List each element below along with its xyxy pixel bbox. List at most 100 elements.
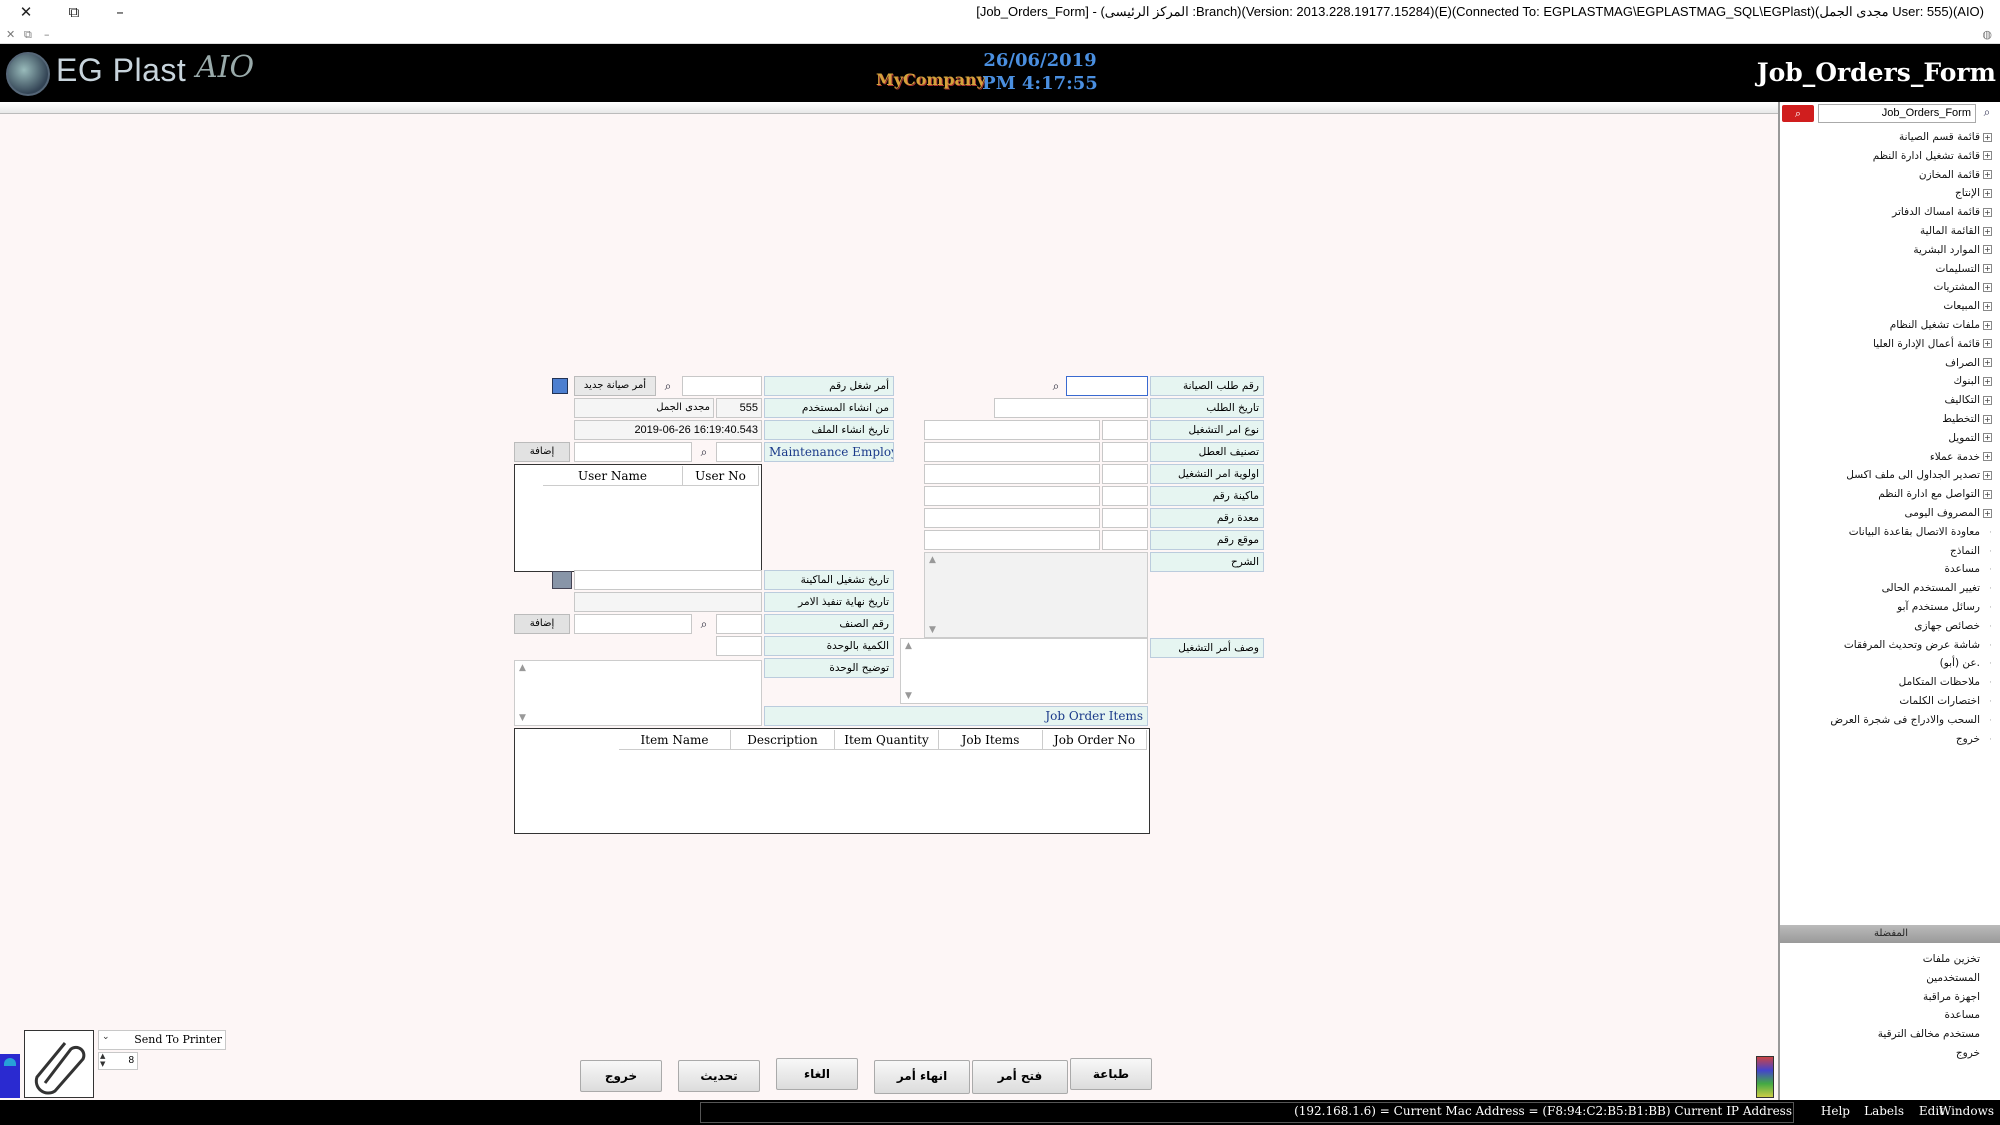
menu-tree-item[interactable]: رسائل مستخدم آبو · (1897, 598, 1992, 616)
menu-tree-item[interactable]: خروج · (1956, 730, 1992, 748)
menu-tree-item[interactable]: خدمة عملاء + (1930, 448, 1992, 466)
menu-tree-item[interactable]: السحب والادراج فى شجرة العرض · (1830, 711, 1992, 729)
expand-icon[interactable]: + (1983, 132, 1992, 142)
menu-tree-item[interactable]: شاشة عرض وتحديث المرفقات · (1844, 636, 1992, 654)
favorite-item[interactable]: تخزين ملفات (1923, 950, 1980, 968)
request-date-input[interactable] (994, 398, 1148, 418)
menu-tree-item[interactable]: مساعدة · (1945, 560, 1992, 578)
menu-tree-item[interactable]: الصراف + (1945, 354, 1992, 372)
expand-icon[interactable]: + (1983, 207, 1992, 217)
favorite-item[interactable]: اجهزة مراقبة (1923, 988, 1980, 1006)
books-icon[interactable] (1756, 1056, 1774, 1098)
machine-run-date-input[interactable] (574, 570, 762, 590)
scroll-up-icon[interactable]: ▲ (905, 641, 912, 651)
open-job-button[interactable]: فتح أمر التشغيل (972, 1060, 1068, 1113)
search-icon[interactable]: ⌕ (658, 376, 678, 396)
equipment-no-code[interactable] (1102, 508, 1148, 528)
unit-desc-textarea[interactable]: ▲ ▼ (514, 660, 762, 726)
new-maint-order-button[interactable]: أمر صيانة جديد (574, 376, 656, 396)
menu-tree-item[interactable]: التكاليف + (1944, 391, 1992, 409)
chevron-down-icon[interactable]: ⌄ (102, 1032, 110, 1042)
expand-icon[interactable]: + (1983, 226, 1992, 236)
expand-icon[interactable]: + (1983, 395, 1992, 405)
scroll-down-icon[interactable]: ▼ (929, 625, 936, 635)
menu-tree-item[interactable]: معاودة الاتصال بقاعدة البيانات · (1849, 523, 1992, 541)
expand-icon[interactable]: + (1983, 376, 1992, 386)
exit-button[interactable]: خروج (580, 1060, 662, 1092)
expand-icon[interactable]: + (1983, 188, 1992, 198)
minimize-icon[interactable]: – (110, 2, 130, 22)
scroll-up-icon[interactable]: ▲ (929, 555, 936, 565)
print-button[interactable]: طباعة (1070, 1058, 1152, 1090)
cancel-button[interactable]: الغاء (776, 1058, 858, 1090)
grid-header-job-items[interactable]: Job Items (939, 730, 1043, 750)
expand-icon[interactable]: + (1983, 433, 1992, 443)
expand-icon[interactable]: + (1983, 508, 1992, 518)
explanation-textarea[interactable]: ▲ ▼ (924, 552, 1148, 638)
job-order-items-grid[interactable]: Job Order No Job Items Item Quantity Des… (514, 728, 1150, 834)
job-order-no-input[interactable] (682, 376, 762, 396)
expand-icon[interactable]: + (1983, 282, 1992, 292)
favorite-item[interactable]: مساعدة (1945, 1006, 1980, 1024)
expand-icon[interactable]: + (1983, 245, 1992, 255)
menu-tree-item[interactable]: قائمة المخازن + (1919, 166, 1992, 184)
expand-icon[interactable]: + (1983, 470, 1992, 480)
scroll-down-icon[interactable]: ▼ (905, 691, 912, 701)
location-no-code[interactable] (1102, 530, 1148, 550)
menu-tree-item[interactable]: الإنتاج + (1955, 184, 1992, 202)
menu-tree-item[interactable]: البنوك + (1953, 372, 1992, 390)
maint-employee-name[interactable] (574, 442, 692, 462)
expand-icon[interactable]: + (1983, 339, 1992, 349)
menu-search-input[interactable]: Job_Orders_Form (1818, 104, 1976, 123)
grid-header-item-quantity[interactable]: Item Quantity (835, 730, 939, 750)
users-grid[interactable]: User No User Name (514, 464, 762, 572)
machine-no-name[interactable] (924, 486, 1100, 506)
menu-tree-item[interactable]: قائمة قسم الصيانة + (1899, 128, 1992, 146)
menu-tree-item[interactable]: القائمة المالية + (1920, 222, 1992, 240)
search-icon[interactable]: ⌕ (1046, 376, 1066, 396)
priority-code[interactable] (1102, 464, 1148, 484)
calendar-icon[interactable] (552, 571, 572, 589)
add-item-button[interactable]: إضافة (514, 614, 570, 634)
menu-tree-item[interactable]: التخطيط + (1942, 410, 1992, 428)
menu-tree-item[interactable]: اختصارات الكلمات · (1899, 692, 1992, 710)
item-no-name[interactable] (574, 614, 692, 634)
mdi-close-icon[interactable]: ✕ (6, 28, 15, 41)
expand-icon[interactable]: + (1983, 452, 1992, 462)
menu-tree-item[interactable]: التمويل + (1948, 429, 1992, 447)
job-desc-textarea[interactable]: ▲ ▼ (900, 638, 1148, 704)
menu-tree-item[interactable]: التسليمات + (1936, 260, 1992, 278)
add-employee-button[interactable]: إضافة (514, 442, 570, 462)
update-button[interactable]: تحديث (678, 1060, 760, 1092)
search-icon[interactable]: ⌕ (1782, 105, 1814, 122)
search-icon[interactable]: ⌕ (1978, 105, 1996, 122)
new-order-checkbox[interactable] (552, 378, 568, 394)
location-no-name[interactable] (924, 530, 1100, 550)
expand-icon[interactable]: + (1983, 489, 1992, 499)
menu-tree-item[interactable]: الموارد البشرية + (1913, 241, 1992, 259)
machine-no-code[interactable] (1102, 486, 1148, 506)
expand-icon[interactable]: + (1983, 301, 1992, 311)
grid-header-job-order-no[interactable]: Job Order No (1043, 730, 1147, 750)
menu-tree-item[interactable]: ملفات تشغيل النظام + (1890, 316, 1992, 334)
menu-tree-item[interactable]: قائمة تشغيل ادارة النظم + (1873, 147, 1992, 165)
qty-per-unit-input[interactable] (716, 636, 762, 656)
fault-class-name[interactable] (924, 442, 1100, 462)
menu-tree-item[interactable]: تصدير الجداول الى ملف اكسل + (1846, 466, 1992, 484)
expand-icon[interactable]: + (1983, 414, 1992, 424)
expand-icon[interactable]: + (1983, 358, 1992, 368)
attachment-button[interactable] (24, 1030, 94, 1098)
grid-header-user-no[interactable]: User No (683, 466, 759, 486)
favorite-item[interactable]: مستخدم مخالف الترقية (1878, 1025, 1980, 1043)
menu-tree-item[interactable]: تغيير المستخدم الحالى · (1882, 579, 1992, 597)
grid-header-user-name[interactable]: User Name (543, 466, 683, 486)
scroll-down-icon[interactable]: ▼ (519, 713, 526, 723)
menu-tree-item[interactable]: عن (أبو). · (1940, 654, 1992, 672)
fault-class-code[interactable] (1102, 442, 1148, 462)
menu-tree-item[interactable]: المشتريات + (1933, 278, 1992, 296)
scroll-up-icon[interactable]: ▲ (519, 663, 526, 673)
stepper-arrows-icon[interactable]: ▲ ▼ (100, 1052, 105, 1068)
job-order-type-code[interactable] (1102, 420, 1148, 440)
grid-header-item-name[interactable]: Item Name (619, 730, 731, 750)
menu-tree-item[interactable]: المبيعات + (1943, 297, 1992, 315)
